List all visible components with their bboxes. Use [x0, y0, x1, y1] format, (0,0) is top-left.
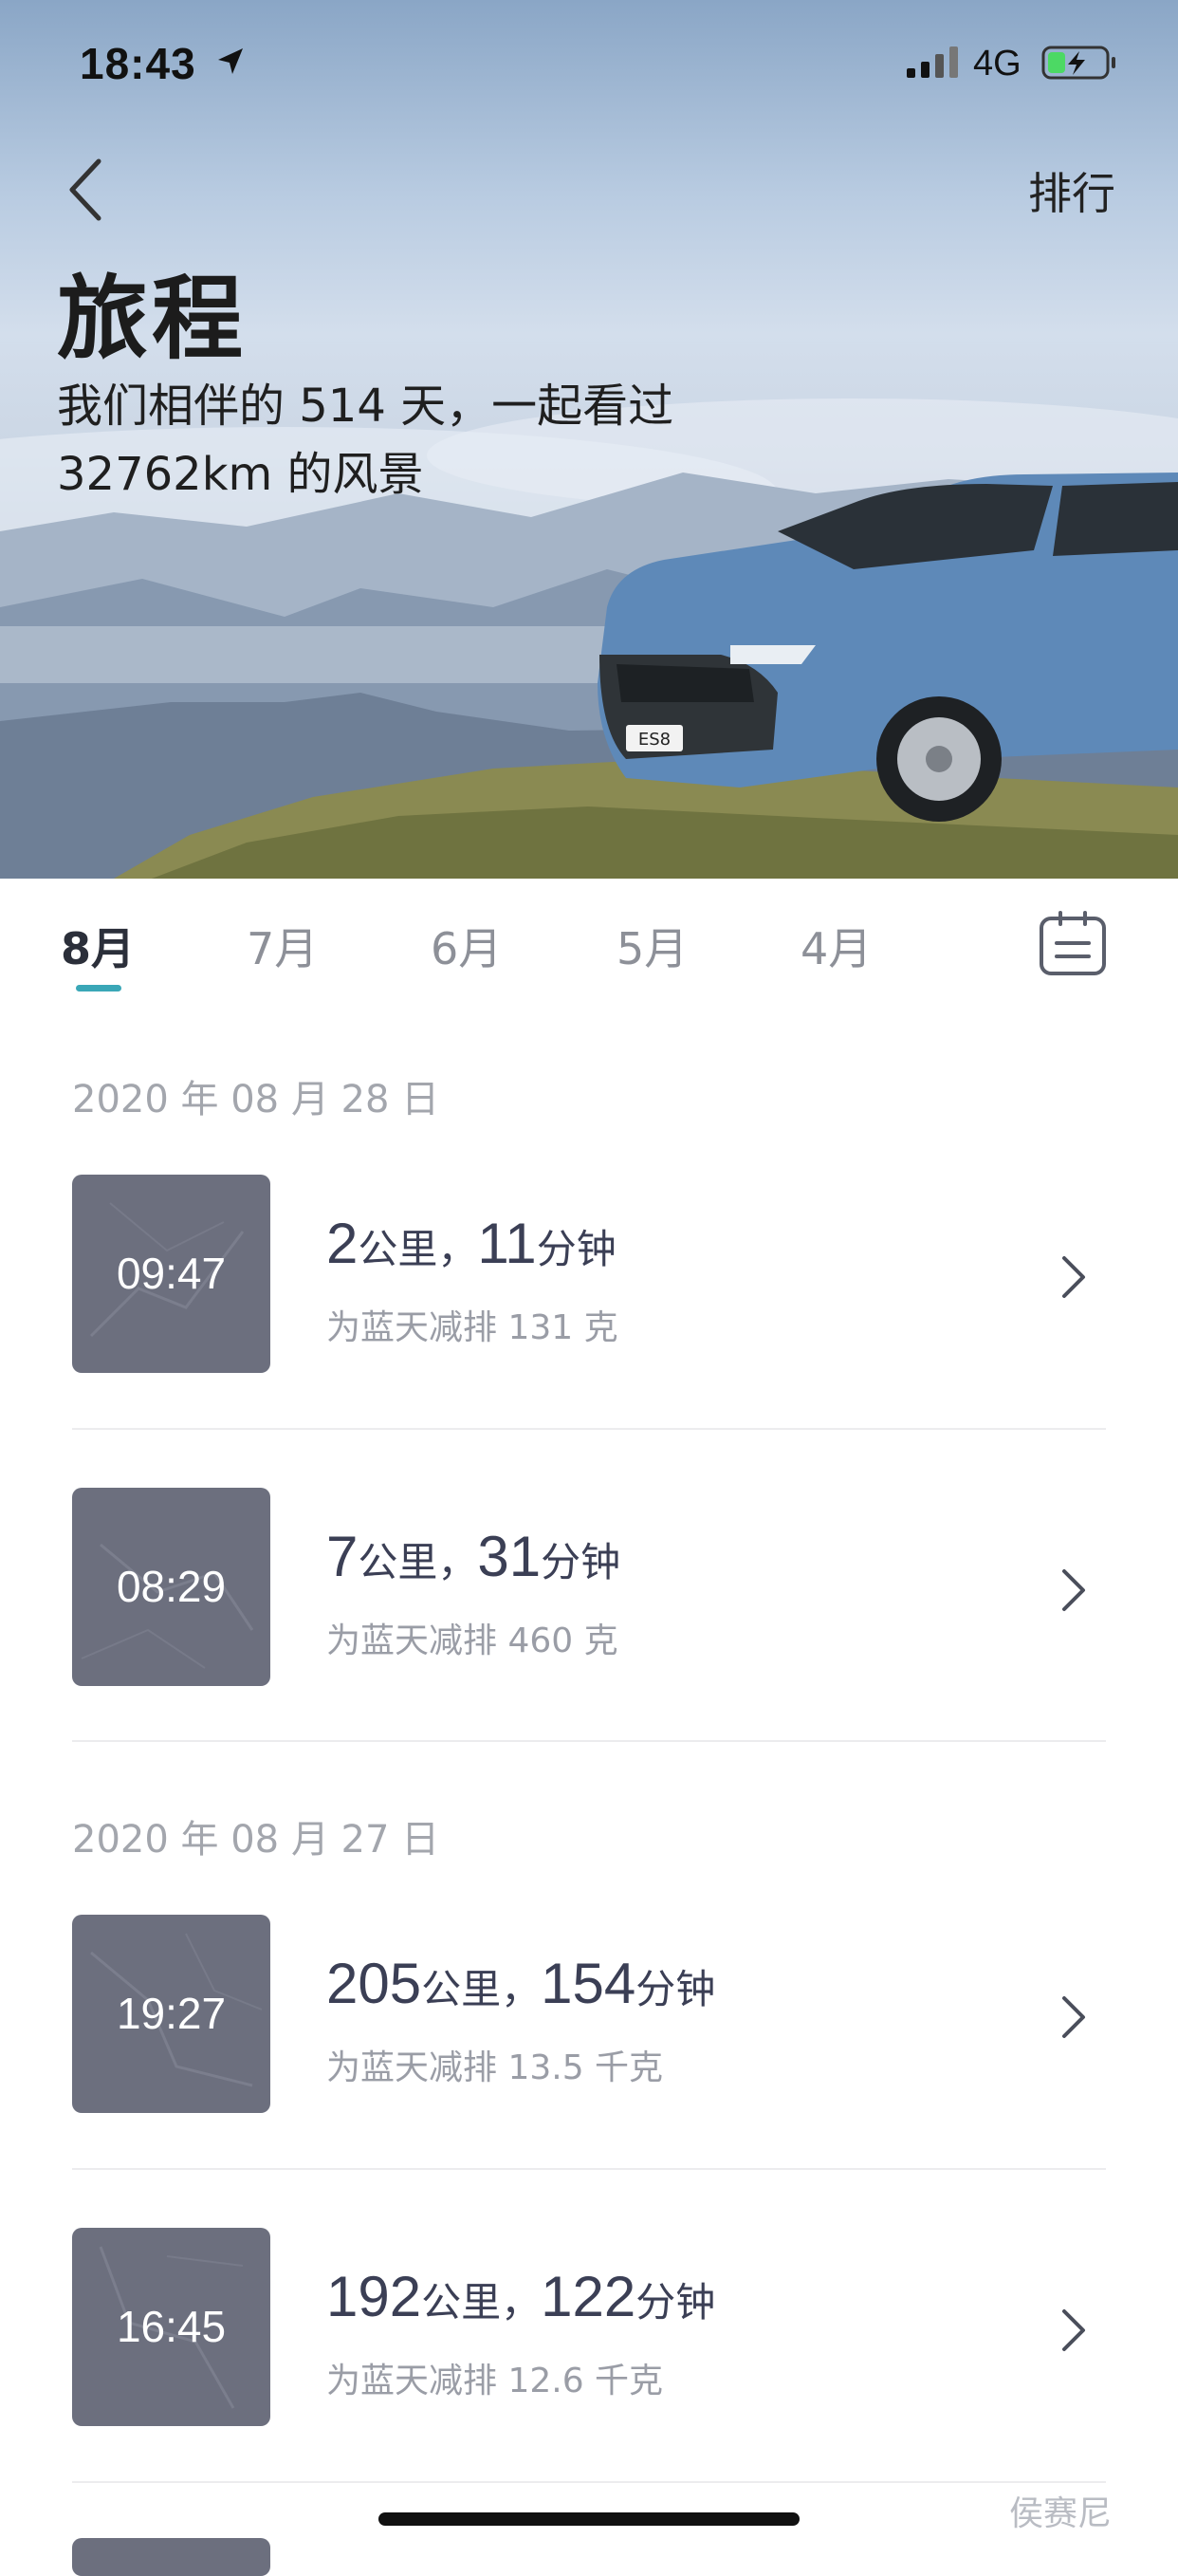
tab-june[interactable]: 6月	[431, 915, 502, 977]
trip-distance: 205	[326, 1952, 422, 2015]
divider	[72, 2481, 1106, 2483]
trip-stats: 192公里，122分钟	[326, 2264, 715, 2329]
ranking-button[interactable]: 排行	[1028, 159, 1115, 222]
hero-banner: ES8 18:43 4G 排行 旅程 我们相伴的 514 天，一起看过 3276…	[0, 0, 1178, 879]
trip-thumbnail-partial	[72, 2538, 270, 2576]
trip-row[interactable]: 16:45 192公里，122分钟 为蓝天减排 12.6 千克	[72, 2228, 1106, 2427]
car-badge: ES8	[638, 730, 671, 750]
location-arrow-icon	[218, 48, 243, 74]
date-header: 2020 年 08 月 28 日	[72, 1078, 440, 1121]
duration-unit: 分钟	[541, 1539, 621, 1585]
status-time: 18:43	[80, 39, 196, 88]
watermark: 侯赛尼	[1009, 2494, 1113, 2533]
calendar-icon[interactable]	[1038, 909, 1108, 977]
trip-distance: 2	[326, 1212, 359, 1275]
trip-thumbnail: 09:47	[72, 1175, 270, 1373]
trip-emission: 为蓝天减排 131 克	[326, 1308, 618, 1347]
trip-duration: 31	[477, 1525, 542, 1588]
distance-unit: 公里，	[358, 1226, 478, 1272]
trip-thumbnail: 08:29	[72, 1488, 270, 1686]
battery-charging-icon	[1041, 46, 1115, 80]
month-tabs	[0, 879, 1178, 1002]
chevron-right-icon	[1062, 1569, 1085, 1611]
trip-stats: 205公里，154分钟	[326, 1951, 715, 2016]
tab-july[interactable]: 7月	[247, 915, 318, 977]
trip-duration: 122	[541, 2265, 636, 2328]
date-header: 2020 年 08 月 27 日	[72, 1818, 440, 1862]
trip-emission: 为蓝天减排 13.5 千克	[326, 2048, 664, 2087]
trip-start-time: 19:27	[116, 1989, 227, 2038]
trip-distance: 7	[326, 1525, 359, 1588]
divider	[72, 2168, 1106, 2170]
trip-start-time: 16:45	[116, 2302, 227, 2351]
distance-unit: 公里，	[421, 2279, 542, 2326]
tab-may[interactable]: 5月	[617, 915, 688, 977]
tab-april[interactable]: 4月	[801, 915, 872, 977]
active-tab-indicator	[76, 985, 121, 991]
home-indicator[interactable]	[378, 2512, 800, 2526]
trip-duration: 154	[541, 1952, 636, 2015]
trip-row[interactable]: 09:47 2公里，11分钟 为蓝天减排 131 克	[72, 1175, 1106, 1374]
divider	[72, 1740, 1106, 1742]
trip-thumbnail: 16:45	[72, 2228, 270, 2426]
trip-thumbnail: 19:27	[72, 1915, 270, 2113]
signal-icon	[907, 46, 958, 78]
network-label: 4G	[973, 44, 1022, 83]
tab-august[interactable]: 8月	[61, 915, 135, 977]
status-bar: 18:43 4G	[0, 0, 1178, 123]
trip-start-time: 08:29	[116, 1562, 227, 1611]
trip-emission: 为蓝天减排 12.6 千克	[326, 2362, 664, 2400]
trip-stats: 7公里，31分钟	[326, 1524, 620, 1589]
trip-distance: 192	[326, 2265, 422, 2328]
summary-days: 我们相伴的 514 天，一起看过	[57, 380, 674, 433]
duration-unit: 分钟	[635, 1966, 716, 2012]
duration-unit: 分钟	[635, 2279, 716, 2326]
chevron-right-icon	[1062, 1996, 1085, 2038]
summary-distance: 32762km 的风景	[57, 448, 424, 501]
trip-duration: 11	[477, 1212, 537, 1275]
chevron-right-icon	[1062, 1256, 1085, 1298]
trip-row[interactable]: 19:27 205公里，154分钟 为蓝天减排 13.5 千克	[72, 1915, 1106, 2114]
distance-unit: 公里，	[421, 1966, 542, 2012]
trip-emission: 为蓝天减排 460 克	[326, 1622, 618, 1660]
duration-unit: 分钟	[536, 1226, 617, 1272]
distance-unit: 公里，	[358, 1539, 478, 1585]
trip-start-time: 09:47	[116, 1249, 227, 1298]
trip-stats: 2公里，11分钟	[326, 1211, 617, 1276]
back-chevron-icon[interactable]	[57, 152, 114, 228]
trip-summary: 我们相伴的 514 天，一起看过 32762km 的风景	[57, 372, 778, 509]
trip-row[interactable]: 08:29 7公里，31分钟 为蓝天减排 460 克	[72, 1488, 1106, 1687]
page-title: 旅程	[57, 266, 247, 372]
chevron-right-icon	[1062, 2309, 1085, 2351]
divider	[72, 1428, 1106, 1430]
